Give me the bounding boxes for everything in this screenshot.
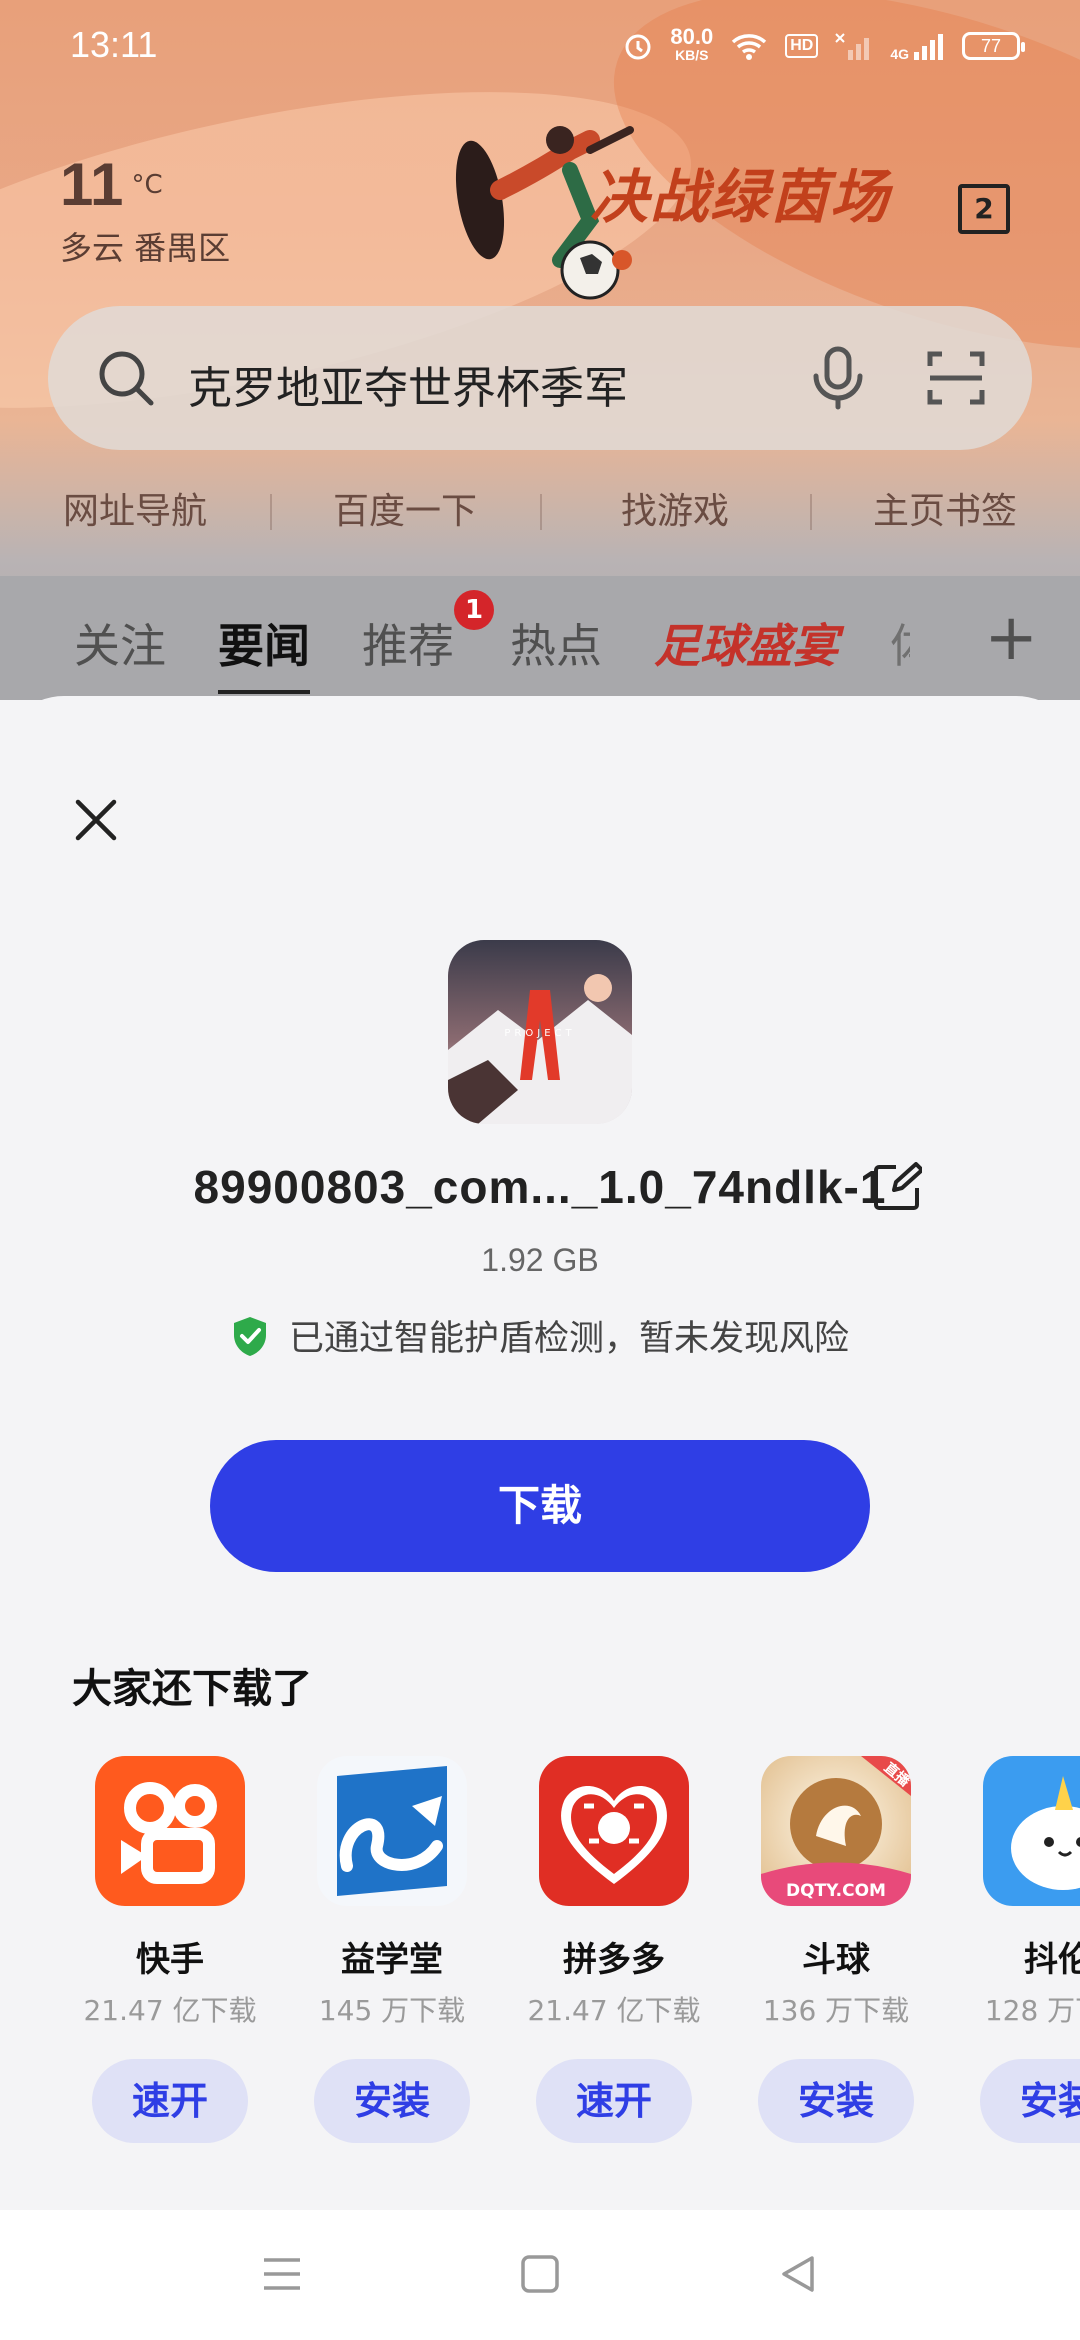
search-bar[interactable]: 克罗地亚夺世界杯季军 (48, 306, 1032, 450)
tab-count-button[interactable]: 2 (958, 184, 1010, 234)
weather-description: 多云 番禺区 (60, 229, 231, 267)
edit-icon[interactable] (872, 1162, 922, 1212)
safety-text: 已通过智能护盾检测，暂未发现风险 (288, 1319, 849, 1359)
quick-link-nav[interactable]: 网址导航 (0, 480, 270, 544)
list-item[interactable]: 抖伦 128 万下载 安装 (958, 1756, 1080, 2143)
list-item[interactable]: 快手 21.47 亿下载 速开 (70, 1756, 270, 2143)
wifi-icon (732, 34, 767, 60)
download-button[interactable]: 下载 (210, 1440, 870, 1572)
add-channel-button[interactable]: + (984, 606, 1038, 670)
app-name: 斗球 (802, 1940, 870, 1980)
banner-title[interactable]: 决战绿茵场 (590, 150, 890, 234)
tab-follow[interactable]: 关注 (74, 610, 166, 676)
system-nav-bar (0, 2210, 1080, 2340)
quick-link-baidu[interactable]: 百度一下 (270, 480, 540, 544)
battery-indicator: 77 (962, 32, 1025, 60)
download-count: 128 万下载 (984, 1994, 1080, 2027)
home-icon[interactable] (520, 2254, 560, 2294)
status-time: 13:11 (70, 24, 158, 65)
quick-open-button[interactable]: 速开 (92, 2059, 248, 2143)
recommendations-title: 大家还下载了 (72, 1666, 312, 1712)
recommendations-list: 快手 21.47 亿下载 速开 益学堂 145 万下载 安装 拼多多 21.47… (0, 1756, 1080, 2156)
pinduoduo-icon (539, 1756, 689, 1906)
close-icon[interactable] (72, 796, 120, 844)
quick-open-button[interactable]: 速开 (536, 2059, 692, 2143)
tab-trending[interactable]: 热点 (510, 610, 602, 676)
signal-weak-icon (835, 33, 870, 60)
kuaishou-icon (95, 1756, 245, 1906)
hd-indicator: HD (785, 34, 819, 58)
signal-4g-icon: 4G (890, 30, 946, 62)
app-name: 益学堂 (341, 1940, 443, 1980)
svg-text:DQTY.COM: DQTY.COM (786, 1881, 886, 1901)
install-button[interactable]: 安装 (758, 2059, 914, 2143)
temperature: 11 (60, 151, 124, 218)
tab-headlines[interactable]: 要闻 (218, 610, 310, 694)
app-name: 抖伦 (1024, 1940, 1080, 1980)
quick-link-bookmarks[interactable]: 主页书签 (810, 480, 1080, 544)
status-bar: 13:11 80.0 KB/S HD 4G 77 (0, 0, 1080, 96)
douqiu-icon: 直播 DQTY.COM (761, 1756, 914, 1906)
app-icon: PROJECT (448, 940, 632, 1124)
notification-badge: 1 (454, 590, 494, 630)
scan-icon[interactable] (926, 348, 986, 408)
unicorn-icon (983, 1756, 1080, 1906)
search-icon (99, 351, 154, 406)
weather-widget[interactable]: 11 °C 多云 番禺区 (60, 150, 230, 269)
file-name: 89900803_com..._1.0_74ndlk-1 (193, 1161, 887, 1213)
search-query[interactable]: 克罗地亚夺世界杯季军 (188, 352, 628, 416)
tab-overflow[interactable]: 体 (890, 610, 910, 676)
list-item[interactable]: 直播 DQTY.COM 斗球 136 万下载 安装 (736, 1756, 936, 2143)
tab-recommended[interactable]: 推荐 1 (362, 590, 494, 676)
install-button[interactable]: 安装 (314, 2059, 470, 2143)
quick-links: 网址导航 百度一下 找游戏 主页书签 (0, 480, 1080, 544)
tab-football-feast[interactable]: 足球盛宴 (654, 610, 838, 676)
temperature-unit: °C (131, 170, 163, 200)
list-item[interactable]: 拼多多 21.47 亿下载 速开 (514, 1756, 714, 2143)
download-sheet: PROJECT 89900803_com..._1.0_74ndlk-1 1.9… (0, 696, 1080, 2210)
alarm-icon (625, 34, 651, 60)
shield-check-icon (233, 1316, 266, 1356)
safety-check: 已通过智能护盾检测，暂未发现风险 (0, 1310, 1080, 1361)
quick-link-games[interactable]: 找游戏 (540, 480, 810, 544)
download-count: 21.47 亿下载 (83, 1994, 257, 2027)
list-item[interactable]: 益学堂 145 万下载 安装 (292, 1756, 492, 2143)
app-name: 快手 (136, 1940, 204, 1980)
channel-tab-bar: 关注 要闻 推荐 1 热点 足球盛宴 体 + (0, 576, 1080, 700)
network-speed: 80.0 KB/S (670, 24, 714, 64)
svg-text:PROJECT: PROJECT (504, 1028, 575, 1039)
menu-icon[interactable] (262, 2254, 302, 2294)
file-size: 1.92 GB (481, 1242, 599, 1278)
app-name: 拼多多 (563, 1940, 665, 1980)
download-count: 145 万下载 (318, 1994, 466, 2027)
download-count: 136 万下载 (762, 1994, 910, 2027)
back-icon[interactable] (778, 2254, 818, 2294)
yixuetang-icon (317, 1756, 467, 1906)
status-icons: 80.0 KB/S HD 4G 77 (622, 24, 1025, 64)
microphone-icon[interactable] (810, 346, 866, 410)
install-button[interactable]: 安装 (980, 2059, 1080, 2143)
download-count: 21.47 亿下载 (527, 1994, 701, 2027)
